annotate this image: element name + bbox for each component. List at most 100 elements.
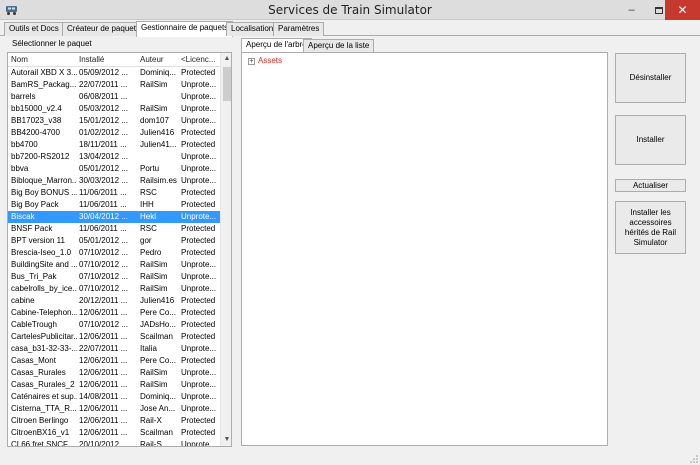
table-cell: 12/06/2011 ... [79,404,128,413]
table-row[interactable]: Caténaires et sup... 14/08/2011 ... Domini… [8,391,220,403]
table-row[interactable]: cabine 20/12/2011 ... Julien416 Protected [8,295,220,307]
table-cell: Unprote... [181,92,217,101]
table-row[interactable]: CableTrough 07/10/2012 ... JADsHo... Protec… [8,319,220,331]
vertical-scrollbar[interactable]: ▲ ▼ [220,53,231,446]
table-cell: Dominiq... [140,68,177,77]
table-cell: Pere Co... [140,356,177,365]
tree-node-assets[interactable]: Assets [258,56,282,65]
table-row[interactable]: Autorail XBD X 3... 05/09/2012 ... Dominiq… [8,67,220,79]
list-rows: Autorail XBD X 3... 05/09/2012 ... Dominiq… [8,67,220,446]
table-row[interactable]: cabelrolls_by_ice... 07/10/2012 ... RailSi… [8,283,220,295]
table-cell: 12/06/2011 ... [79,308,128,317]
table-row[interactable]: bbva 05/01/2012 ... Portu Unprote... [8,163,220,175]
table-cell: Big Boy Pack [11,200,59,209]
table-cell: Biscak [11,212,35,221]
table-row[interactable]: Brescia-Iseo_1.0 07/10/2012 ... Pedro Prote… [8,247,220,259]
tab-localisation[interactable]: Localisation [226,22,279,36]
close-button[interactable]: ✕ [665,0,700,20]
table-cell: BNSF Pack [11,224,53,233]
scroll-up-icon[interactable]: ▲ [221,53,231,65]
column-header-licence[interactable]: <Licenc... [181,55,215,64]
table-cell: Citroen Berlingo [11,416,69,425]
table-cell: 12/06/2011 ... [79,416,128,425]
install-legacy-assets-button[interactable]: Installer les accessoires hérités de Rai… [615,201,686,254]
table-row[interactable]: BB4200-4700 01/02/2012 ... Julien416 Protec… [8,127,220,139]
table-cell: Unprote... [181,80,217,89]
table-row[interactable]: Bibloque_Marron... 30/03/2012 ... Railsim.… [8,175,220,187]
table-row[interactable]: Big Boy BONUS ... 11/06/2011 ... RSC Protec… [8,187,220,199]
table-cell: 30/04/2012 ... [79,212,128,221]
table-row[interactable]: CL66 fret SNCF ... 20/10/2012 ... Rail-S..… [8,439,220,446]
table-cell: Protected [181,416,216,425]
uninstall-button[interactable]: Désinstaller [615,53,686,103]
minimize-button[interactable]: – [618,0,645,20]
table-row[interactable]: CartelesPublicitar... 12/06/2011 ... Scail… [8,331,220,343]
tab-apercu-arbre[interactable]: Aperçu de l'arbre [241,38,312,53]
expand-icon[interactable]: + [248,58,255,65]
table-cell: Unprote... [181,344,217,353]
table-row[interactable]: Citroen Berlingo 12/06/2011 ... Rail-X Prot… [8,415,220,427]
table-row[interactable]: Bus_Tri_Pak 07/10/2012 ... RailSim Unprote.… [8,271,220,283]
table-row[interactable]: Cisterna_TTA_R... 12/06/2011 ... Jose An..… [8,403,220,415]
table-cell: RailSim [140,284,168,293]
column-header-auteur[interactable]: Auteur [140,55,164,64]
table-cell: CitroenBX16_v1 [11,428,70,437]
table-row[interactable]: bb15000_v2.4 05/03/2012 ... RailSim Unprote… [8,103,220,115]
table-row[interactable]: Cabine-Telephon... 12/06/2011 ... Pere Co.… [8,307,220,319]
package-detail-panel: Aperçu de l'arbre Aperçu de la liste + A… [240,37,700,449]
table-cell: Unprote... [181,104,217,113]
table-row[interactable]: Casas_Rurales 12/06/2011 ... RailSim Unprot… [8,367,220,379]
table-cell: gor [140,236,152,245]
resize-grip-icon[interactable] [690,455,698,463]
table-cell: Casas_Rurales [11,368,66,377]
table-cell: BPT version 11 [11,236,65,245]
table-cell: 12/06/2011 ... [79,332,128,341]
table-row[interactable]: Casas_Mont 12/06/2011 ... Pere Co... Protec… [8,355,220,367]
table-cell: RSC [140,224,157,233]
table-cell: 05/01/2012 ... [79,164,128,173]
table-row[interactable]: bb7200-RS2012 13/04/2012 ... Unprote... [8,151,220,163]
table-cell: Italia [140,344,157,353]
table-row[interactable]: BuildingSite and ... 07/10/2012 ... RailSi… [8,259,220,271]
table-cell: 07/10/2012 ... [79,260,128,269]
table-row[interactable]: CitroenBX16_v1 12/06/2011 ... Scailman Prot… [8,427,220,439]
table-row[interactable]: Casas_Rurales_2 12/06/2011 ... RailSim Unpr… [8,379,220,391]
table-cell: bbva [11,164,29,173]
scroll-thumb[interactable] [223,67,231,101]
tab-parametres[interactable]: Paramètres [273,22,325,36]
table-row[interactable]: Big Boy Pack 11/06/2011 ... IHH Protected [8,199,220,211]
table-cell: Protected [181,248,216,257]
table-cell: 11/06/2011 ... [79,224,127,233]
table-cell: Autorail XBD X 3... [11,68,77,77]
table-row[interactable]: barrels 06/08/2011 ... Unprote... [8,91,220,103]
column-header-installe[interactable]: Installé [79,55,104,64]
maximize-icon [654,6,663,14]
table-row[interactable]: bb4700 18/11/2011 ... Julien41... Protected [8,139,220,151]
column-header-nom[interactable]: Nom [11,55,28,64]
package-list[interactable]: Nom Installé Auteur <Licenc... Autorail … [7,52,232,447]
tab-createur-de-paquets[interactable]: Créateur de paquets [62,22,145,36]
table-cell: Protected [181,332,216,341]
table-row[interactable]: BB17023_v38 15/01/2012 ... dom107 Unprote..… [8,115,220,127]
table-row[interactable]: BPT version 11 05/01/2012 ... gor Protected [8,235,220,247]
table-cell: Protected [181,236,216,245]
table-cell: Protected [181,188,216,197]
refresh-button[interactable]: Actualiser [615,179,686,192]
table-row[interactable]: BNSF Pack 11/06/2011 ... RSC Protected [8,223,220,235]
table-cell: CableTrough [11,320,57,329]
table-row[interactable]: BamRS_Packag... 22/07/2011 ... RailSim Unpr… [8,79,220,91]
table-row[interactable]: casa_b31-32-33-... 22/07/2011 ... Italia Un… [8,343,220,355]
table-row[interactable]: Biscak 30/04/2012 ... Hekl Unprote... [8,211,220,223]
tab-gestionnaire-de-paquets[interactable]: Gestionnaire de paquets [136,21,234,37]
tree-view[interactable]: + Assets [241,52,608,446]
install-button[interactable]: Installer [615,115,686,165]
table-cell: Cisterna_TTA_R... [11,404,77,413]
list-header: Nom Installé Auteur <Licenc... [8,53,220,67]
tab-apercu-liste[interactable]: Aperçu de la liste [303,39,375,52]
table-cell: Cabine-Telephon... [11,308,77,317]
scroll-down-icon[interactable]: ▼ [221,434,231,446]
table-cell: Julien416 [140,296,175,305]
table-cell: Pedro [140,248,162,257]
tab-outils-et-docs[interactable]: Outils et Docs [4,22,64,36]
table-cell: BB4200-4700 [11,128,60,137]
